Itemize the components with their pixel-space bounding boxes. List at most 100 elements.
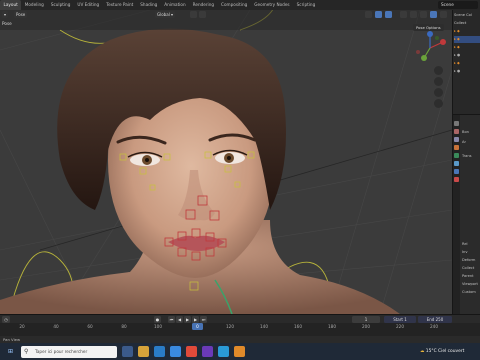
timeline-tick: 140	[260, 324, 268, 329]
playhead[interactable]: 0	[192, 323, 203, 330]
photos-icon[interactable]	[218, 346, 229, 357]
workspace-tab[interactable]: Scripting	[293, 0, 319, 10]
workspace-tab[interactable]: UV Editing	[74, 0, 103, 10]
viewport-scene[interactable]	[0, 10, 452, 314]
next-key-icon[interactable]: ▶	[192, 316, 199, 323]
tool-tab-icon[interactable]	[454, 121, 459, 126]
workspace-tab[interactable]: Animation	[161, 0, 189, 10]
jump-start-icon[interactable]: ⏮	[168, 316, 175, 323]
workspace-tab[interactable]: Texture Paint	[103, 0, 137, 10]
timeline-scrubber[interactable]: 20 40 60 80 100 120 140 160 180 200 220 …	[0, 323, 480, 336]
play-icon[interactable]: ▶	[184, 316, 191, 323]
constraint-tab-icon[interactable]	[454, 153, 459, 158]
visibility-icon[interactable]	[365, 11, 372, 18]
timeline-tick: 180	[328, 324, 336, 329]
timeline-tick: 60	[87, 324, 93, 329]
scene-selector[interactable]: Scene	[438, 1, 478, 9]
perspective-toggle-icon[interactable]	[434, 99, 443, 108]
outliner-row[interactable]: Collect	[454, 20, 480, 27]
relations-section[interactable]: Rel	[462, 241, 468, 248]
weather-icon: ☁	[420, 349, 425, 354]
workspace-tab[interactable]: Modeling	[21, 0, 47, 10]
armature-field[interactable]: Ar	[462, 139, 466, 146]
workspace-tab[interactable]: Geometry Nodes	[251, 0, 293, 10]
shading-rendered-icon[interactable]	[430, 11, 437, 18]
shading-material-icon[interactable]	[420, 11, 427, 18]
mail-icon[interactable]	[170, 346, 181, 357]
outliner-row[interactable]: ▸ ●	[454, 52, 480, 59]
deform-section[interactable]: Deform	[462, 257, 475, 264]
edge-icon[interactable]	[154, 346, 165, 357]
chrome-icon[interactable]	[186, 346, 197, 357]
workspace-tab[interactable]: Layout	[0, 0, 22, 10]
parent-section[interactable]: Parent	[462, 273, 474, 280]
collections-section[interactable]: Collect	[462, 265, 474, 272]
gizmo-toggle-icon[interactable]	[375, 11, 382, 18]
task-view-icon[interactable]	[122, 346, 133, 357]
timeline-tick: 100	[154, 324, 162, 329]
timeline-tick: 200	[362, 324, 370, 329]
armature-tab-icon[interactable]	[454, 161, 459, 166]
weather-text[interactable]: 15°C Ciel couvert	[426, 349, 465, 354]
timeline-tick: 160	[294, 324, 302, 329]
bone-tab-icon[interactable]	[454, 169, 459, 174]
inverse-kinematics-section[interactable]: Inv	[462, 249, 467, 256]
current-frame-field[interactable]: 1	[352, 316, 380, 323]
workspace-bar: Layout Modeling Sculpting UV Editing Texture…	[0, 0, 480, 10]
timeline-tick: 40	[53, 324, 59, 329]
material-tab-icon[interactable]	[454, 177, 459, 182]
record-icon[interactable]: ●	[154, 316, 161, 323]
workspace-tabs: Layout Modeling Sculpting UV Editing Texture…	[0, 0, 319, 10]
timeline-tick: 120	[226, 324, 234, 329]
outliner-row[interactable]: ▸ ●	[454, 68, 480, 75]
snap-icon[interactable]	[199, 11, 206, 18]
workspace-tab[interactable]: Sculpting	[47, 0, 74, 10]
outliner-row[interactable]: Scene Col	[454, 12, 480, 19]
orientation-label: Global	[157, 12, 170, 17]
jump-end-icon[interactable]: ⏭	[200, 316, 207, 323]
workspace-tab[interactable]: Shading	[137, 0, 161, 10]
navigation-gizmo[interactable]	[410, 28, 450, 68]
viewport-display-section[interactable]: Viewport	[462, 281, 478, 288]
workspace-tab[interactable]: Compositing	[218, 0, 251, 10]
3d-viewport[interactable]	[0, 10, 452, 314]
workspace-tab[interactable]: Rendering	[189, 0, 217, 10]
camera-view-icon[interactable]	[434, 88, 443, 97]
zoom-icon[interactable]	[434, 66, 443, 75]
pan-icon[interactable]	[434, 77, 443, 86]
viewport-header: ▾ Pose Global ▾ Pose	[0, 10, 452, 30]
timeline-editor-icon[interactable]: ◷	[2, 316, 10, 323]
bone-name-field[interactable]: Bon	[462, 129, 469, 136]
output-tab-icon[interactable]	[454, 137, 459, 142]
outliner-row-selected[interactable]: ▸ ◆	[454, 36, 480, 43]
outliner-row[interactable]: ▸ ◆	[454, 60, 480, 67]
start-frame-field[interactable]: Start 1	[384, 316, 416, 323]
properties-tabs	[453, 115, 460, 315]
transform-section[interactable]: Trans	[462, 153, 472, 160]
xray-icon[interactable]	[400, 11, 407, 18]
outliner-row[interactable]: ▸ ◆	[454, 44, 480, 51]
editor-type-button[interactable]: ▾	[2, 11, 9, 18]
view-menu[interactable]: Pose	[2, 21, 12, 26]
shading-solid-icon[interactable]	[410, 11, 417, 18]
status-bar: Pan View	[0, 336, 480, 343]
pivot-icon[interactable]	[190, 11, 197, 18]
overlay-toggle-icon[interactable]	[385, 11, 392, 18]
orientation-selector[interactable]: Global ▾	[155, 11, 176, 18]
blender-icon[interactable]	[234, 346, 245, 357]
outliner-panel: Scene Col Collect ▸ ◆ ▸ ◆ ▸ ◆ ▸ ● ▸ ◆ ▸ …	[452, 10, 480, 114]
file-explorer-icon[interactable]	[138, 346, 149, 357]
outliner-row[interactable]: ▸ ◆	[454, 28, 480, 35]
shading-options-icon[interactable]	[440, 11, 447, 18]
custom-properties-section[interactable]: Custom	[462, 289, 476, 296]
app-icon[interactable]	[202, 346, 213, 357]
render-tab-icon[interactable]	[454, 129, 459, 134]
start-button-icon[interactable]: ⊞	[5, 346, 16, 357]
end-frame-field[interactable]: End 250	[418, 316, 452, 323]
timeline-tick: 220	[396, 324, 404, 329]
end-value: 250	[435, 317, 444, 322]
object-tab-icon[interactable]	[454, 145, 459, 150]
taskbar-search[interactable]: ⚲ Taper ici pour rechercher	[21, 345, 117, 358]
mode-selector[interactable]: Pose	[14, 11, 28, 18]
prev-key-icon[interactable]: ◀	[176, 316, 183, 323]
